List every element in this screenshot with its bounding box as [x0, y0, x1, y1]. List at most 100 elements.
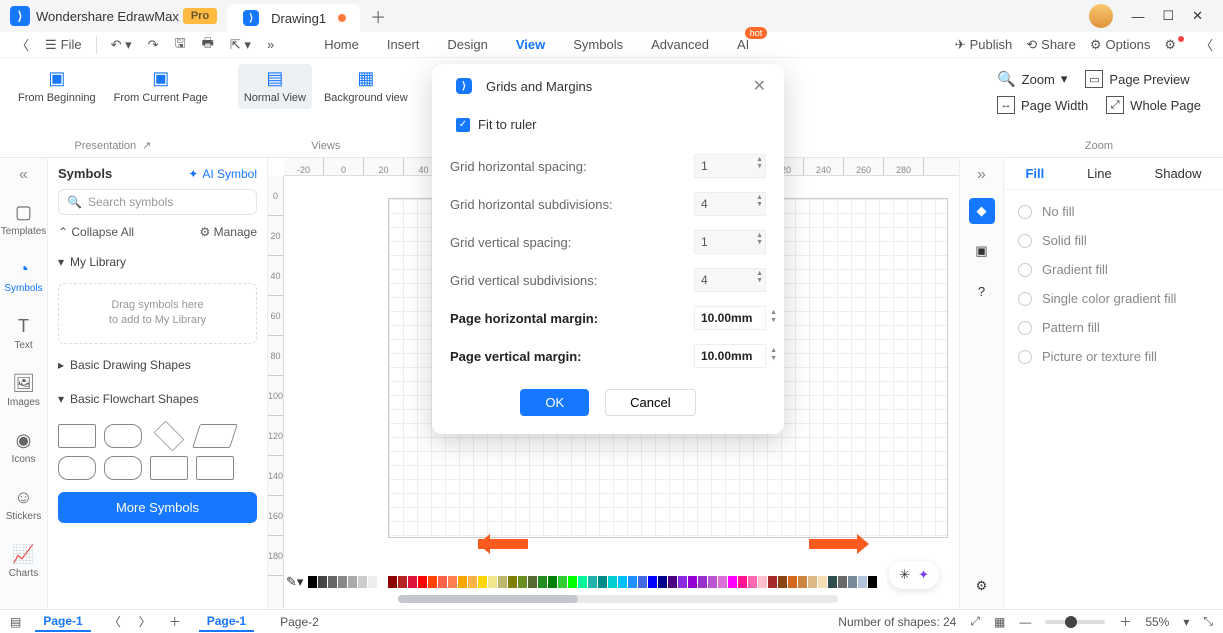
dialog-launcher-icon[interactable]: ↗ — [142, 139, 151, 152]
shape-diamond[interactable] — [154, 420, 185, 451]
tab-view[interactable]: View — [516, 37, 545, 52]
cancel-button[interactable]: Cancel — [605, 389, 695, 416]
fit-icon[interactable]: ⤢ — [970, 614, 980, 629]
color-swatch[interactable] — [348, 576, 357, 588]
page-tab-2[interactable]: Page-2 — [272, 613, 327, 631]
color-swatch[interactable] — [388, 576, 397, 588]
ok-button[interactable]: OK — [520, 389, 589, 416]
fullscreen-icon[interactable]: ⤡ — [1203, 614, 1213, 629]
tab-fill[interactable]: Fill — [1025, 166, 1044, 181]
color-swatch[interactable] — [728, 576, 737, 588]
document-tab[interactable]: ⟩ Drawing1 — [227, 4, 360, 32]
color-swatch[interactable] — [458, 576, 467, 588]
zoom-out-button[interactable]: — — [1019, 615, 1031, 629]
color-swatch[interactable] — [838, 576, 847, 588]
fill-option[interactable]: Gradient fill — [1018, 262, 1209, 277]
color-swatch[interactable] — [648, 576, 657, 588]
color-swatch[interactable] — [768, 576, 777, 588]
color-swatch[interactable] — [498, 576, 507, 588]
section-flowchart-shapes[interactable]: ▾ Basic Flowchart Shapes — [58, 386, 257, 412]
color-swatch[interactable] — [668, 576, 677, 588]
color-swatch[interactable] — [408, 576, 417, 588]
more-icon[interactable]: » — [261, 34, 280, 55]
tab-line[interactable]: Line — [1087, 166, 1112, 181]
layer-tool-icon[interactable]: ▣ — [969, 238, 995, 264]
file-menu[interactable]: ☰ File — [39, 35, 88, 55]
publish-button[interactable]: ✈ Publish — [955, 37, 1013, 53]
redo-button[interactable]: ↷ — [142, 34, 165, 56]
search-input[interactable]: 🔍 Search symbols — [58, 189, 257, 215]
fill-option[interactable]: Solid fill — [1018, 233, 1209, 248]
color-swatch[interactable] — [428, 576, 437, 588]
avatar[interactable] — [1089, 4, 1113, 28]
fill-option[interactable]: Single color gradient fill — [1018, 291, 1209, 306]
rail-charts[interactable]: 📈Charts — [0, 540, 47, 583]
color-swatch[interactable] — [798, 576, 807, 588]
tab-ai[interactable]: AI — [737, 37, 749, 52]
print-icon[interactable]: 🖶 — [196, 31, 220, 59]
color-swatch[interactable] — [598, 576, 607, 588]
tab-design[interactable]: Design — [447, 37, 487, 52]
color-swatch[interactable] — [318, 576, 327, 588]
color-swatch[interactable] — [818, 576, 827, 588]
maximize-button[interactable]: ☐ — [1162, 8, 1174, 24]
page-nav-next[interactable]: 〉 — [139, 613, 151, 630]
shape-parallelogram[interactable] — [192, 424, 238, 448]
zoom-dropdown-icon[interactable]: ▾ — [1183, 615, 1189, 629]
number-input[interactable]: 1▲▼ — [694, 154, 766, 178]
tab-symbols[interactable]: Symbols — [573, 37, 623, 52]
color-swatch[interactable] — [808, 576, 817, 588]
color-swatch[interactable] — [788, 576, 797, 588]
close-button[interactable]: ✕ — [1192, 8, 1203, 24]
library-dropzone[interactable]: Drag symbols hereto add to My Library — [58, 283, 257, 344]
shape-terminator[interactable] — [58, 456, 96, 480]
back-button[interactable]: 〈 — [10, 32, 35, 57]
rail-templates[interactable]: ▢Templates — [0, 198, 47, 241]
color-swatch[interactable] — [588, 576, 597, 588]
color-swatch[interactable] — [358, 576, 367, 588]
ai-symbol-button[interactable]: ✦ AI Symbol — [188, 167, 257, 181]
number-input[interactable]: 4▲▼ — [694, 192, 766, 216]
pages-icon[interactable]: ▤ — [10, 615, 21, 629]
save-icon[interactable]: 🖫 — [169, 31, 192, 59]
color-swatch[interactable] — [528, 576, 537, 588]
color-swatch[interactable] — [608, 576, 617, 588]
color-swatch[interactable] — [478, 576, 487, 588]
minimize-button[interactable]: — — [1131, 9, 1144, 24]
color-swatch[interactable] — [858, 576, 867, 588]
zoom-value[interactable]: 55% — [1145, 615, 1169, 629]
color-swatch[interactable] — [328, 576, 337, 588]
from-current-button[interactable]: ▣From Current Page — [108, 64, 214, 109]
color-swatch[interactable] — [658, 576, 667, 588]
manage-button[interactable]: ⚙ Manage — [200, 225, 257, 239]
color-swatch[interactable] — [868, 576, 877, 588]
undo-button[interactable]: ↶ ▾ — [105, 34, 138, 56]
settings-gear-icon[interactable]: ⚙ — [969, 573, 995, 599]
color-swatch[interactable] — [448, 576, 457, 588]
page-nav-prev[interactable]: 〈 — [109, 613, 121, 630]
shape-subprocess[interactable] — [150, 456, 188, 480]
color-swatch[interactable] — [578, 576, 587, 588]
tab-insert[interactable]: Insert — [387, 37, 420, 52]
tab-shadow[interactable]: Shadow — [1155, 166, 1202, 181]
zoom-in-button[interactable]: ＋ — [1119, 613, 1131, 630]
help-icon[interactable]: ? — [969, 278, 995, 304]
color-swatch[interactable] — [698, 576, 707, 588]
color-swatch[interactable] — [708, 576, 717, 588]
number-input[interactable]: 1▲▼ — [694, 230, 766, 254]
color-swatch[interactable] — [508, 576, 517, 588]
color-swatch[interactable] — [638, 576, 647, 588]
expand-rail-button[interactable]: « — [19, 166, 28, 184]
color-swatch[interactable] — [778, 576, 787, 588]
shape-roundrect[interactable] — [104, 424, 142, 448]
color-swatch[interactable] — [468, 576, 477, 588]
background-view-button[interactable]: ▦Background view — [318, 64, 414, 109]
grid-toggle-icon[interactable]: ▦ — [994, 615, 1005, 629]
section-basic-shapes[interactable]: ▸ Basic Drawing Shapes — [58, 352, 257, 378]
shape-rect[interactable] — [58, 424, 96, 448]
rail-images[interactable]: 🖼Images — [0, 369, 47, 412]
expand-ribbon-button[interactable]: 〈 — [1200, 35, 1213, 54]
horizontal-scrollbar[interactable] — [398, 595, 838, 603]
color-swatch[interactable] — [848, 576, 857, 588]
fill-tool-icon[interactable]: ◆ — [969, 198, 995, 224]
